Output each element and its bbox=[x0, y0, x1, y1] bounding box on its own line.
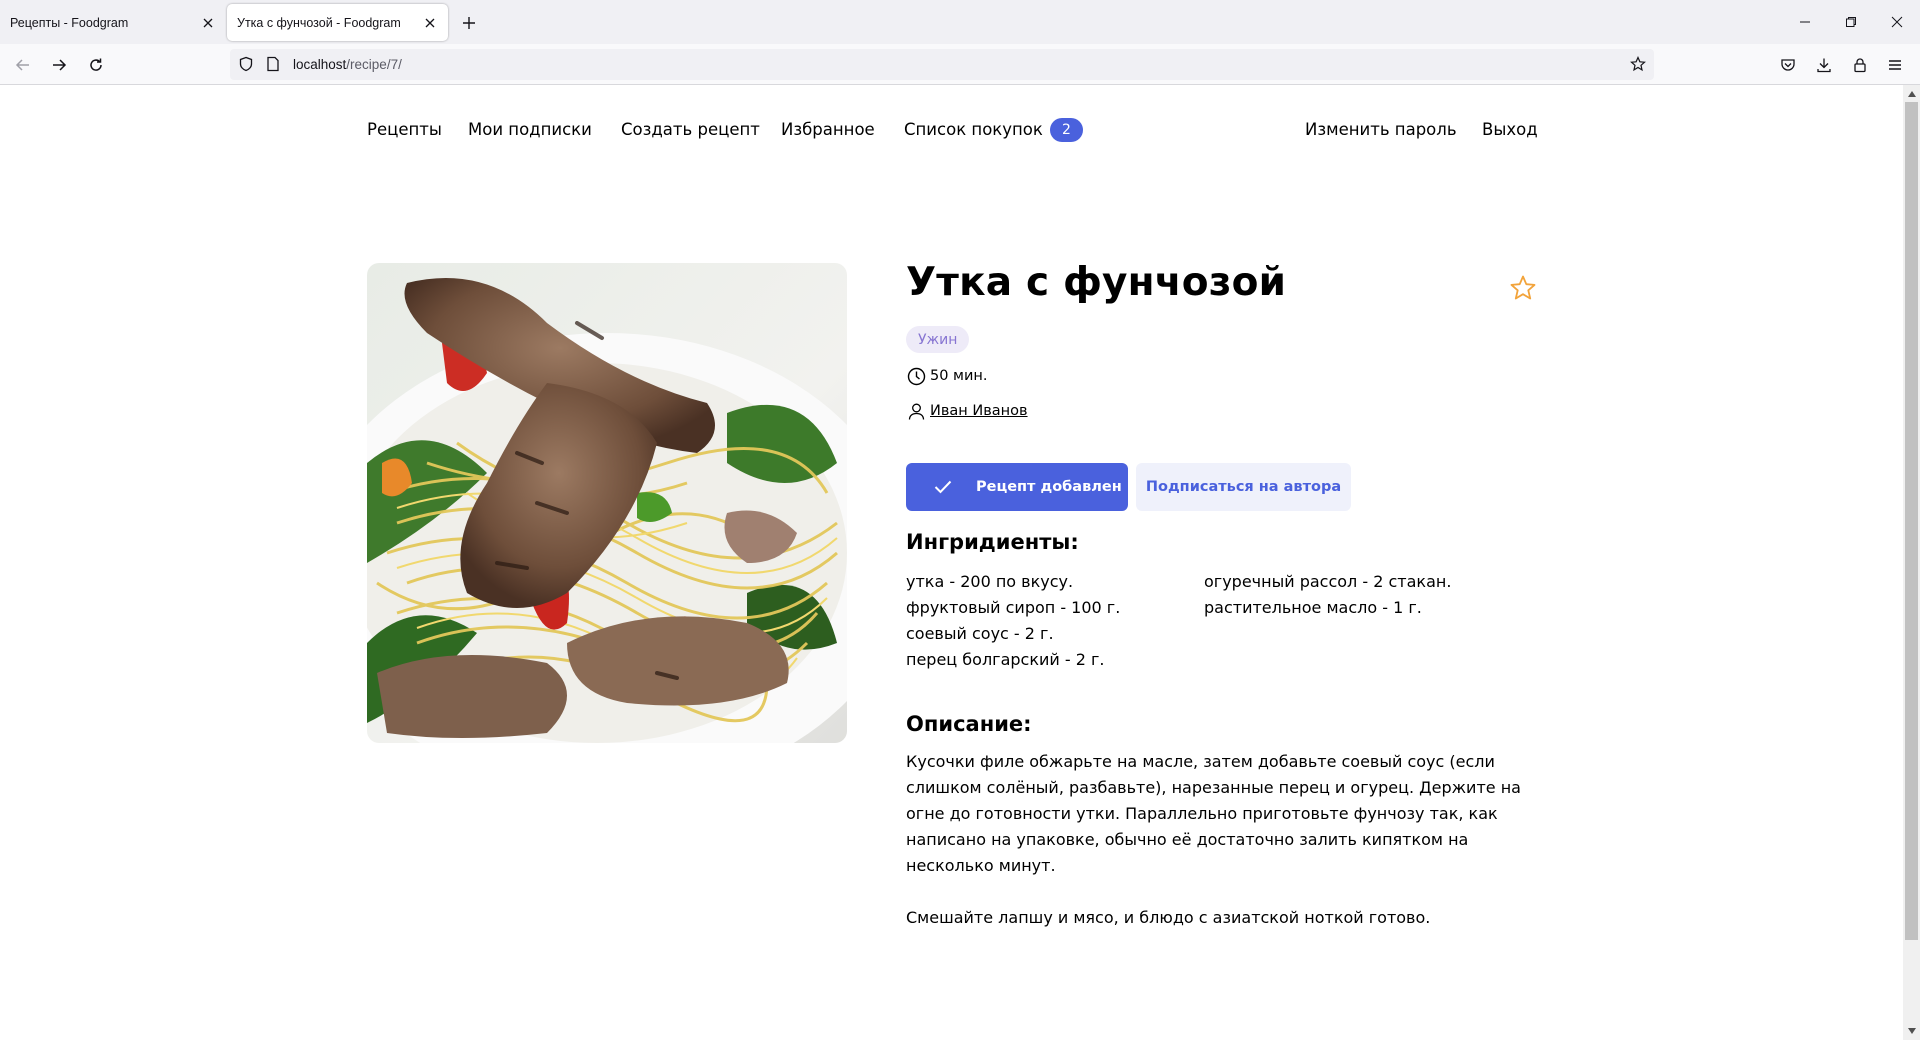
browser-tab-recipes[interactable]: Рецепты - Foodgram bbox=[0, 4, 226, 41]
page-icon[interactable] bbox=[266, 56, 280, 77]
close-icon[interactable] bbox=[422, 15, 438, 31]
nav-link-logout[interactable]: Выход bbox=[1482, 120, 1538, 139]
scroll-down-icon[interactable] bbox=[1903, 1023, 1920, 1039]
menu-icon[interactable] bbox=[1882, 52, 1908, 78]
ingredients-list-left: утка - 200 по вкусу. фруктовый сироп - 1… bbox=[906, 569, 1120, 673]
recipe-added-label: Рецепт добавлен bbox=[976, 479, 1122, 495]
lock-icon[interactable] bbox=[1847, 52, 1873, 78]
recipe-added-button[interactable]: Рецепт добавлен bbox=[906, 463, 1128, 511]
url-bar[interactable]: localhost/recipe/7/ bbox=[230, 49, 1654, 80]
shield-icon[interactable] bbox=[238, 56, 254, 77]
tab-title: Рецепты - Foodgram bbox=[10, 15, 129, 30]
url-text: localhost/recipe/7/ bbox=[293, 57, 402, 72]
page-scrollbar-thumb[interactable] bbox=[1905, 102, 1918, 940]
description-text: Кусочки филе обжарьте на масле, затем до… bbox=[906, 749, 1536, 931]
ingredient-item: утка - 200 по вкусу. bbox=[906, 572, 1074, 591]
forward-arrow-icon[interactable] bbox=[46, 52, 72, 78]
ingredient-item: огуречный рассол - 2 стакан. bbox=[1204, 572, 1452, 591]
window-close-icon[interactable] bbox=[1874, 0, 1920, 44]
reload-icon[interactable] bbox=[83, 52, 109, 78]
recipe-title: Утка с фунчозой bbox=[906, 260, 1287, 305]
browser-tab-recipe[interactable]: Утка с фунчозой - Foodgram bbox=[227, 4, 448, 41]
clock-icon bbox=[906, 366, 926, 386]
tab-title: Утка с фунчозой - Foodgram bbox=[237, 15, 401, 30]
recipe-author: Иван Иванов bbox=[906, 401, 1028, 421]
ingredient-item: соевый соус - 2 г. bbox=[906, 624, 1054, 643]
author-link[interactable]: Иван Иванов bbox=[930, 403, 1028, 419]
browser-tabstrip: Рецепты - Foodgram Утка с фунчозой - Foo… bbox=[0, 0, 1920, 44]
subscribe-author-button[interactable]: Подписаться на автора bbox=[1136, 463, 1351, 511]
cart-count-badge: 2 bbox=[1050, 118, 1083, 142]
pocket-icon[interactable] bbox=[1775, 52, 1801, 78]
nav-link-recipes[interactable]: Рецепты bbox=[367, 120, 442, 139]
recipe-image bbox=[367, 263, 847, 743]
ingredients-list-right: огуречный рассол - 2 стакан. растительно… bbox=[1204, 569, 1451, 621]
nav-link-shopping-list[interactable]: Список покупок bbox=[904, 120, 1043, 139]
bookmark-star-icon[interactable] bbox=[1630, 56, 1646, 77]
cook-time: 50 мин. bbox=[906, 366, 988, 386]
back-arrow-icon[interactable] bbox=[10, 52, 36, 78]
description-paragraph: Смешайте лапшу и мясо, и блюдо с азиатск… bbox=[906, 908, 1431, 927]
description-heading: Описание: bbox=[906, 712, 1032, 736]
nav-link-change-password[interactable]: Изменить пароль bbox=[1305, 120, 1457, 139]
new-tab-plus-icon[interactable] bbox=[458, 12, 480, 34]
restore-icon[interactable] bbox=[1828, 0, 1874, 44]
cook-time-value: 50 мин. bbox=[930, 368, 988, 384]
recipe-tag: Ужин bbox=[906, 326, 970, 353]
user-icon bbox=[906, 401, 926, 421]
ingredient-item: перец болгарский - 2 г. bbox=[906, 650, 1105, 669]
nav-link-create-recipe[interactable]: Создать рецепт bbox=[621, 120, 760, 139]
download-icon[interactable] bbox=[1811, 52, 1837, 78]
browser-navbar: localhost/recipe/7/ bbox=[0, 44, 1920, 85]
nav-link-favorites[interactable]: Избранное bbox=[781, 120, 875, 139]
description-paragraph: Кусочки филе обжарьте на масле, затем до… bbox=[906, 752, 1521, 875]
nav-link-subscriptions[interactable]: Мои подписки bbox=[468, 120, 592, 139]
minimize-icon[interactable] bbox=[1782, 0, 1828, 44]
check-icon bbox=[934, 478, 952, 496]
ingredient-item: фруктовый сироп - 100 г. bbox=[906, 598, 1121, 617]
favorite-star-icon[interactable] bbox=[1509, 274, 1537, 302]
scroll-up-icon[interactable] bbox=[1903, 86, 1920, 102]
ingredient-item: растительное масло - 1 г. bbox=[1204, 598, 1422, 617]
close-icon[interactable] bbox=[200, 15, 216, 31]
site-navigation: Рецепты Мои подписки Создать рецепт Избр… bbox=[367, 115, 1538, 145]
ingredients-heading: Ингридиенты: bbox=[906, 530, 1079, 554]
